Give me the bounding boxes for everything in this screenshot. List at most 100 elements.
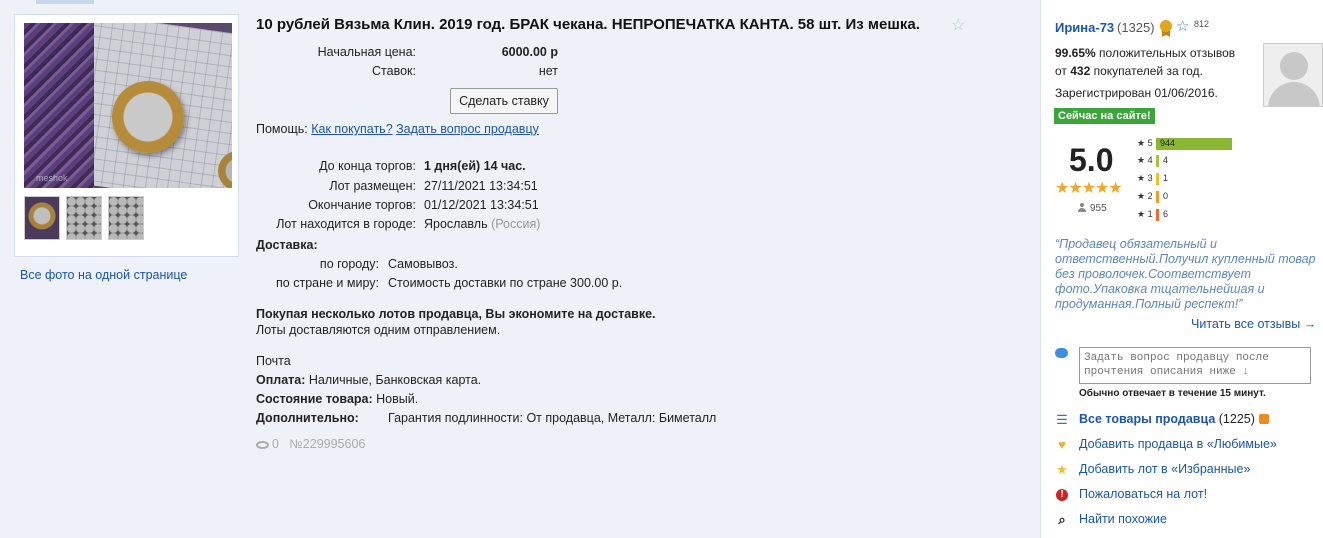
all-items-label[interactable]: Все товары продавца — [1079, 412, 1215, 426]
chat-icon — [1055, 348, 1068, 358]
post-method: Почта — [256, 354, 291, 368]
rating-row-count: 944 — [1160, 138, 1176, 148]
buyers-count: 432 — [1070, 64, 1091, 78]
delivery-world-label: по стране и миру: — [276, 276, 379, 290]
save-note: Покупая несколько лотов продавца, Вы эко… — [256, 307, 656, 321]
star-badge-icon: ☆ — [1176, 18, 1190, 35]
start-price-label: Начальная цена: — [317, 45, 416, 59]
ask-seller-input[interactable] — [1079, 347, 1311, 384]
ends-in-value: 1 дня(ей) 14 час. — [424, 159, 526, 173]
ask-seller-link[interactable]: Задать вопрос продавцу — [396, 122, 539, 136]
delivery-city-label: по городу: — [319, 257, 379, 271]
favorite-star-icon[interactable]: ☆ — [951, 15, 965, 35]
payment-label: Оплата: — [256, 373, 306, 387]
end-value: 01/12/2021 13:34:51 — [424, 198, 539, 212]
favorite-seller-label[interactable]: Добавить продавца в «Любимые» — [1079, 437, 1277, 451]
favorite-lot-label[interactable]: Добавить лот в «Избранные» — [1079, 462, 1250, 476]
extra-value: Гарантия подлинности: От продавца, Метал… — [388, 411, 717, 425]
star-badge-count: 812 — [1194, 19, 1210, 29]
buyers-line: от 432 покупателей за год. — [1055, 64, 1203, 78]
find-similar-label[interactable]: Найти похожие — [1079, 512, 1167, 526]
delivery-world-value: Стоимость доставки по стране 300.00 р. — [388, 276, 623, 290]
how-to-buy-link[interactable]: Как покупать? — [311, 122, 392, 136]
start-price-value: 6000.00 р — [501, 45, 558, 59]
ship-note: Лоты доставляются одним отправлением. — [256, 323, 501, 337]
rating-stars-icon: ★★★★★ — [1055, 180, 1123, 197]
place-bid-button[interactable]: Сделать ставку — [450, 88, 558, 114]
city-value: Ярославль — [424, 217, 488, 231]
rating-bar — [1156, 155, 1159, 167]
city-row: Лот находится в городе: Ярославль (Росси… — [256, 217, 656, 233]
positive-pct: 99.65% — [1055, 46, 1096, 60]
bids-value: нет — [538, 64, 558, 78]
bids-label: Ставок: — [372, 64, 416, 78]
condition-value: Новый. — [376, 392, 419, 406]
ends-in-label: До конца торгов: — [319, 159, 416, 173]
payment-value: Наличные, Банковская карта. — [308, 373, 482, 387]
person-icon — [1078, 203, 1086, 212]
country-value: (Россия) — [491, 217, 541, 231]
all-items-count: (1225) — [1218, 412, 1255, 426]
medal-icon — [1159, 20, 1173, 38]
rating-row-count: 6 — [1163, 209, 1169, 219]
end-label: Окончание торгов: — [308, 198, 416, 212]
list-icon: ☰ — [1056, 412, 1068, 427]
thumbnail-2[interactable] — [66, 196, 102, 240]
ends-in-row: До конца торгов: 1 дня(ей) 14 час. — [256, 159, 656, 175]
reply-time-note: Обычно отвечает в течение 15 минут. — [1079, 388, 1266, 399]
positive-line: 99.65% положительных отзывов — [1055, 46, 1235, 60]
top-strip — [0, 0, 1040, 4]
votes-count: 955 — [1090, 203, 1107, 214]
photo-watermark: meshok — [36, 173, 68, 183]
rating-row-count: 0 — [1163, 191, 1169, 201]
alert-icon: ! — [1056, 489, 1068, 501]
posted-label: Лот размещен: — [329, 179, 416, 193]
seller-avatar[interactable] — [1263, 43, 1323, 107]
lot-title: 10 рублей Вязьма Клин. 2019 год. БРАК че… — [256, 16, 920, 33]
delivery-city-value: Самовывоз. — [388, 257, 458, 271]
rss-icon[interactable] — [1258, 414, 1269, 424]
start-price-row: Начальная цена: 6000.00 р — [256, 45, 566, 61]
star-icon: ★ — [1056, 462, 1068, 477]
report-lot-label[interactable]: Пожаловаться на лот! — [1079, 487, 1207, 501]
main-photo[interactable]: meshok — [24, 23, 232, 188]
seller-sidebar: Ирина-73 (1325) ☆ 812 99.65% положительн… — [1040, 0, 1323, 538]
extra-row: Дополнительно: Гарантия подлинности: От … — [256, 411, 776, 427]
extra-label: Дополнительно: — [256, 411, 359, 425]
rating-row-count: 4 — [1163, 155, 1169, 165]
seller-review-count: (1325) — [1117, 20, 1155, 35]
rating-bar — [1156, 191, 1159, 203]
delivery-world-row: по стране и миру: Стоимость доставки по … — [256, 276, 756, 292]
all-photos-link[interactable]: Все фото на одной странице — [20, 268, 187, 282]
bids-row: Ставок: нет — [256, 64, 566, 80]
end-row: Окончание торгов: 01/12/2021 13:34:51 — [256, 198, 656, 214]
thumbnail-1[interactable] — [24, 196, 60, 240]
delivery-city-row: по городу: Самовывоз. — [256, 257, 756, 273]
help-label: Помощь: — [256, 122, 308, 136]
eye-icon — [256, 440, 269, 449]
registered-date: Зарегистрирован 01/06/2016. — [1055, 86, 1218, 100]
rating-row-count: 1 — [1163, 173, 1169, 183]
lot-number: №229995606 — [289, 437, 366, 451]
positive-text: положительных отзывов — [1099, 46, 1236, 60]
photo-fabric — [24, 23, 94, 188]
condition-label: Состояние товара: — [256, 392, 373, 406]
read-all-reviews-link[interactable]: Читать все отзывы → — [1191, 317, 1316, 331]
condition-row: Состояние товара: Новый. — [256, 392, 418, 406]
review-quote: “Продавец обязательный и ответственный.П… — [1055, 237, 1316, 311]
payment-row: Оплата: Наличные, Банковская карта. — [256, 373, 481, 387]
coin-image — [112, 81, 184, 153]
posted-row: Лот размещен: 27/11/2021 13:34:51 — [256, 179, 656, 195]
top-tab[interactable] — [36, 0, 94, 4]
seller-name-link[interactable]: Ирина-73 — [1055, 20, 1114, 35]
online-badge: Сейчас на сайте! — [1054, 108, 1155, 124]
thumbnail-3[interactable] — [108, 196, 144, 240]
from-text: от — [1055, 64, 1067, 78]
rating-score: 5.0 — [1069, 142, 1114, 178]
posted-value: 27/11/2021 13:34:51 — [424, 179, 538, 193]
buyers-text: покупателей за год. — [1093, 64, 1203, 78]
city-label: Лот находится в городе: — [276, 217, 416, 231]
heart-icon: ♥ — [1058, 437, 1066, 452]
search-icon: ⌕ — [1058, 512, 1066, 527]
view-count: 0 — [272, 437, 279, 451]
